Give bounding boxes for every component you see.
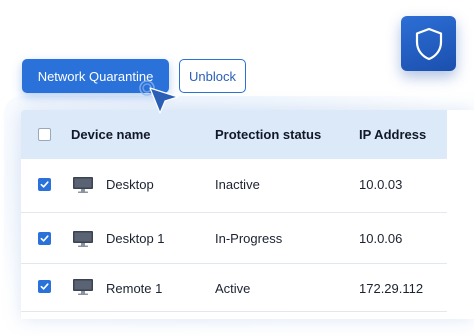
device-name: Desktop <box>106 177 154 192</box>
network-quarantine-label: Network Quarantine <box>37 68 154 84</box>
row-divider <box>21 263 447 264</box>
row-divider <box>21 311 447 312</box>
protection-status: Active <box>215 281 251 296</box>
monitor-icon <box>73 177 93 193</box>
column-header-device[interactable]: Device name <box>71 127 151 142</box>
row-divider <box>21 212 447 213</box>
ip-address: 172.29.112 <box>359 281 424 296</box>
check-icon <box>40 235 49 242</box>
column-header-ip[interactable]: IP Address <box>359 127 426 142</box>
check-icon <box>40 283 49 290</box>
unblock-button[interactable]: Unblock <box>179 59 246 93</box>
protection-status: Inactive <box>215 177 260 192</box>
device-name: Desktop 1 <box>106 231 165 246</box>
row-checkbox[interactable] <box>38 232 51 245</box>
device-table: Device name Protection status IP Address… <box>21 110 474 319</box>
unblock-label: Unblock <box>189 68 236 84</box>
ip-address: 10.0.06 <box>359 231 403 246</box>
ip-address: 10.0.03 <box>359 177 403 192</box>
cursor-click-icon <box>139 80 179 114</box>
shield-badge <box>401 16 456 71</box>
row-checkbox[interactable] <box>38 280 51 293</box>
monitor-icon <box>73 231 93 247</box>
table-header: Device name Protection status IP Address <box>21 110 447 159</box>
column-header-status[interactable]: Protection status <box>215 127 321 142</box>
protection-status: In-Progress <box>215 231 283 246</box>
device-name: Remote 1 <box>106 281 163 296</box>
shield-icon <box>415 27 442 60</box>
monitor-icon <box>73 279 93 295</box>
select-all-checkbox[interactable] <box>38 128 51 141</box>
row-checkbox[interactable] <box>38 178 51 191</box>
check-icon <box>40 181 49 188</box>
